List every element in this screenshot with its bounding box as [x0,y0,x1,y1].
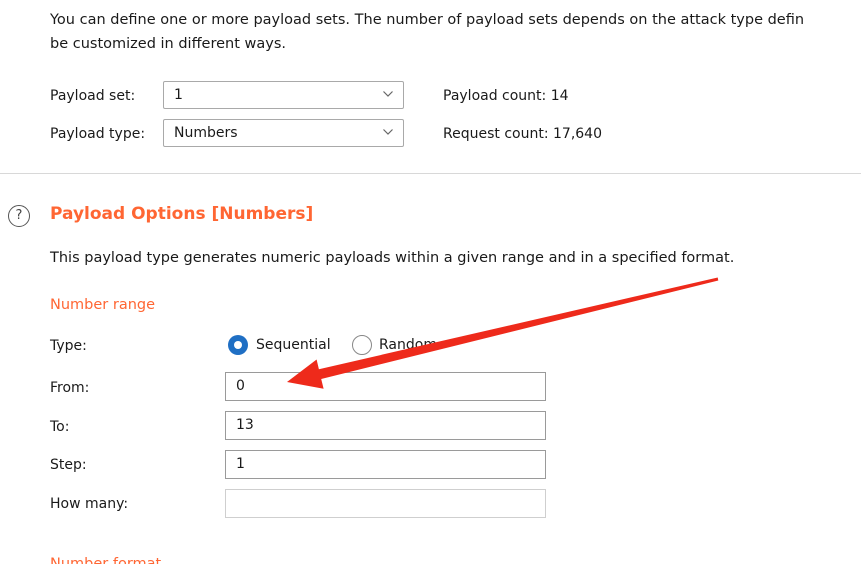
number-range-title: Number range [50,297,156,313]
how-many-input[interactable] [225,489,546,518]
number-format-title: Number format [50,556,162,564]
request-count-value: 17,640 [553,126,602,142]
step-input[interactable]: 1 [225,450,546,479]
chevron-down-icon [383,129,393,135]
step-label: Step: [50,457,87,473]
payload-options-title: Payload Options [Numbers] [50,204,314,224]
section-divider [0,173,861,174]
chevron-down-icon [383,91,393,97]
payload-type-label: Payload type: [50,126,146,142]
payload-set-value: 1 [174,87,183,103]
radio-sequential[interactable] [228,335,248,355]
help-circle-icon[interactable]: ? [8,205,30,227]
from-label: From: [50,380,90,396]
radio-random[interactable] [352,335,372,355]
request-count-label: Request count: [443,126,549,142]
intro-text-line-2: be customized in different ways. [50,36,287,52]
radio-random-label[interactable]: Random [379,337,437,353]
payload-type-select[interactable]: Numbers [163,119,404,147]
annotation-arrow [287,277,719,389]
payload-count: Payload count: 14 [443,88,569,104]
radio-sequential-label[interactable]: Sequential [256,337,331,353]
payload-type-value: Numbers [174,125,238,141]
payload-count-value: 14 [550,88,569,104]
how-many-label: How many: [50,496,129,512]
payload-options-description: This payload type generates numeric payl… [50,250,735,266]
to-input[interactable]: 13 [225,411,546,440]
payload-set-select[interactable]: 1 [163,81,404,109]
request-count: Request count: 17,640 [443,126,602,142]
type-label: Type: [50,338,87,354]
payload-set-label: Payload set: [50,88,136,104]
from-input[interactable]: 0 [225,372,546,401]
to-label: To: [50,419,70,435]
intro-text-line-1: You can define one or more payload sets.… [50,12,805,28]
payload-count-label: Payload count: [443,88,547,104]
